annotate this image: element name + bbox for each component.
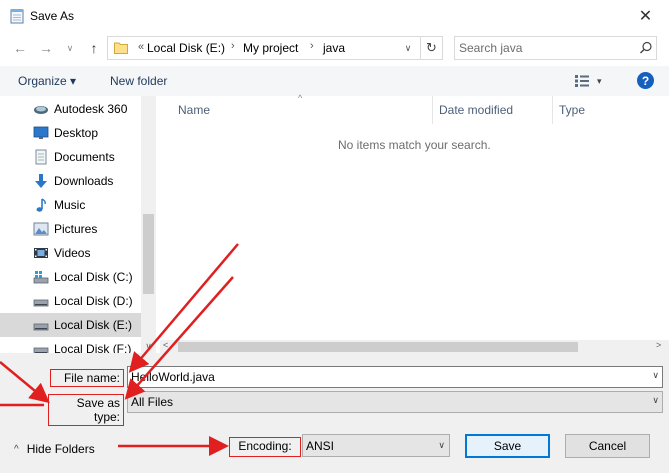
close-icon: ✕: [638, 8, 653, 25]
sidebar-item-local-disk-e[interactable]: Local Disk (E:): [0, 313, 141, 337]
breadcrumb-overflow[interactable]: «: [138, 41, 144, 53]
up-button[interactable]: ↑: [83, 37, 105, 59]
drive-icon: [33, 299, 49, 307]
forward-arrow-icon: →: [39, 40, 53, 56]
downloads-icon: [35, 174, 47, 188]
desktop-icon: [33, 126, 49, 139]
breadcrumb-separator[interactable]: ›: [231, 40, 235, 52]
close-button[interactable]: ✕: [622, 0, 669, 32]
column-divider[interactable]: [432, 96, 433, 124]
search-input[interactable]: [459, 40, 629, 56]
empty-message: No items match your search.: [338, 138, 491, 152]
back-arrow-icon: ←: [13, 40, 27, 56]
recent-locations-button[interactable]: ∨: [62, 37, 78, 59]
save-as-type-label: Save as type:: [48, 394, 124, 426]
sidebar-item-label: Downloads: [54, 174, 114, 188]
back-button[interactable]: ←: [8, 37, 32, 59]
sidebar-item-label: Local Disk (E:): [54, 318, 133, 332]
windows-drive-icon: [33, 271, 49, 284]
sidebar-item-label: Autodesk 360: [54, 102, 128, 116]
documents-icon: [35, 149, 47, 165]
column-header-type[interactable]: Type: [559, 103, 585, 117]
window-title: Save As: [30, 9, 75, 23]
file-name-label: File name:: [50, 369, 124, 387]
refresh-icon: ↻: [426, 40, 437, 55]
chevron-down-icon: ∨: [652, 395, 659, 405]
nav-pane-scrollbar-thumb[interactable]: [143, 214, 154, 294]
sidebar-item-local-disk-d[interactable]: Local Disk (D:): [0, 289, 141, 313]
sidebar-item-label: Local Disk (F:): [54, 342, 132, 353]
sidebar-item-videos[interactable]: Videos: [0, 241, 141, 265]
up-arrow-icon: ↑: [90, 40, 98, 56]
column-header-name[interactable]: Name: [178, 103, 210, 117]
sidebar-item-downloads[interactable]: Downloads: [0, 169, 141, 193]
forward-button[interactable]: →: [34, 37, 58, 59]
encoding-label: Encoding:: [229, 437, 301, 457]
column-divider[interactable]: [552, 96, 553, 124]
navigation-pane: Autodesk 360 Desktop Documents Downloads…: [0, 96, 156, 353]
sort-ascending-icon: ^: [298, 93, 303, 103]
title-bar: [0, 0, 669, 32]
videos-icon: [34, 248, 48, 258]
file-list-h-scrollbar-thumb[interactable]: [178, 342, 578, 352]
address-bar[interactable]: « Local Disk (E:) › My project › java ∨ …: [107, 36, 443, 60]
music-icon: [36, 198, 46, 212]
hide-folders-label: Hide Folders: [26, 442, 95, 456]
sidebar-item-desktop[interactable]: Desktop: [0, 121, 141, 145]
autodesk-cloud-icon: [34, 106, 48, 114]
folder-icon: [114, 42, 128, 54]
new-folder-button[interactable]: New folder: [110, 74, 167, 88]
file-list: ^ Name Date modified Type No items match…: [160, 93, 669, 353]
sidebar-item-label: Desktop: [54, 126, 99, 140]
sidebar-item-label: Videos: [54, 246, 91, 260]
organize-button[interactable]: Organize ▾: [18, 74, 76, 88]
breadcrumb-item[interactable]: java: [323, 41, 345, 55]
refresh-button[interactable]: ↻: [420, 37, 442, 59]
encoding-value: ANSI: [306, 439, 335, 453]
chevron-down-icon: ∨: [145, 341, 152, 351]
sidebar-item-label: Pictures: [54, 222, 98, 236]
sidebar-item-pictures[interactable]: Pictures: [0, 217, 141, 241]
sidebar-item-autodesk-360[interactable]: Autodesk 360: [0, 97, 141, 121]
notepad-icon: [10, 9, 24, 24]
save-as-type-select[interactable]: All Files ∨: [127, 391, 663, 413]
sidebar-item-music[interactable]: Music: [0, 193, 141, 217]
search-icon[interactable]: [638, 40, 654, 56]
view-dropdown-button[interactable]: ▾: [597, 76, 602, 87]
breadcrumb-separator[interactable]: ›: [310, 40, 314, 52]
chevron-down-icon: ∨: [66, 42, 74, 53]
breadcrumb-item[interactable]: My project: [243, 41, 298, 55]
sidebar-item-local-disk-c[interactable]: Local Disk (C:): [0, 265, 141, 289]
drive-icon: [33, 323, 49, 331]
sidebar-item-local-disk-f[interactable]: Local Disk (F:): [0, 337, 141, 353]
breadcrumb-item[interactable]: Local Disk (E:): [147, 41, 225, 55]
search-box[interactable]: [454, 36, 657, 60]
sidebar-item-label: Local Disk (D:): [54, 294, 133, 308]
address-dropdown-button[interactable]: ∨: [400, 40, 416, 56]
chevron-down-icon: ∨: [404, 42, 412, 53]
chevron-left-icon[interactable]: <: [163, 340, 168, 350]
chevron-down-icon: ∨: [438, 440, 445, 450]
hide-folders-button[interactable]: ^ Hide Folders: [14, 442, 95, 456]
view-options-icon[interactable]: [574, 74, 590, 88]
column-header-date-modified[interactable]: Date modified: [439, 103, 513, 117]
save-as-type-value: All Files: [131, 395, 174, 409]
chevron-up-icon: ^: [14, 443, 19, 455]
file-name-field[interactable]: HelloWorld.java ∨: [127, 366, 663, 388]
cancel-button[interactable]: Cancel: [565, 434, 650, 458]
chevron-down-icon[interactable]: ∨: [652, 370, 659, 381]
nav-scroll-down-button[interactable]: ∨: [141, 340, 156, 353]
sidebar-item-label: Local Disk (C:): [54, 270, 133, 284]
chevron-right-icon[interactable]: >: [656, 340, 661, 350]
sidebar-item-label: Documents: [54, 150, 115, 164]
save-button[interactable]: Save: [465, 434, 550, 458]
command-toolbar: [0, 66, 669, 96]
file-name-value[interactable]: HelloWorld.java: [131, 370, 215, 384]
sidebar-item-documents[interactable]: Documents: [0, 145, 141, 169]
sidebar-item-label: Music: [54, 198, 86, 212]
help-icon[interactable]: ?: [637, 72, 654, 89]
drive-icon: [33, 347, 49, 353]
pictures-icon: [33, 222, 49, 236]
encoding-select[interactable]: ANSI ∨: [302, 434, 450, 457]
